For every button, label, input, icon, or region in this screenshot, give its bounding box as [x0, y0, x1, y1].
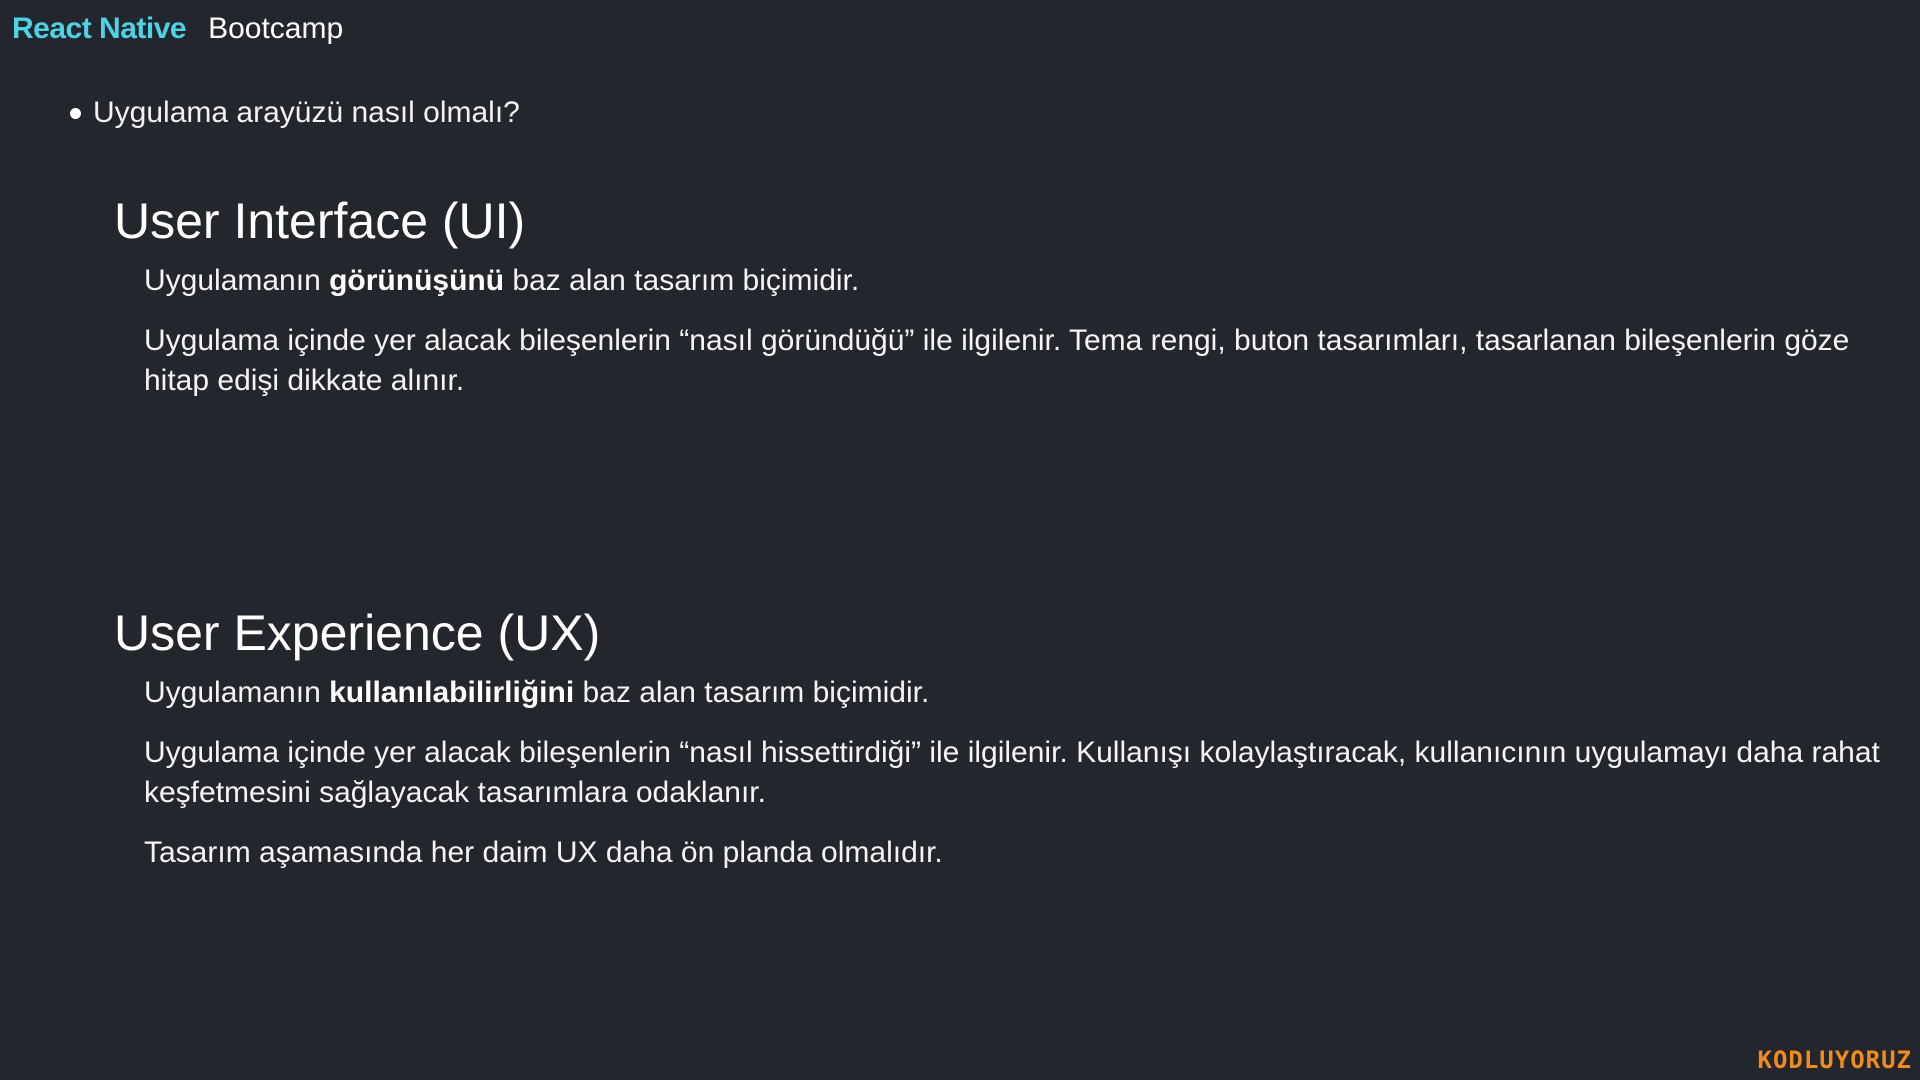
ui-description: Uygulama içinde yer alacak bileşenlerin …: [144, 324, 1850, 397]
ux-definition: Uygulamanın kullanılabilirliğini baz ala…: [144, 673, 1904, 713]
ui-definition: Uygulamanın görünüşünü baz alan tasarım …: [144, 261, 1904, 301]
bullet-text: Uygulama arayüzü nasıl olmalı?: [93, 96, 520, 129]
ux-description: Uygulama içinde yer alacak bileşenlerin …: [144, 736, 1880, 809]
slide-header: React Native Bootcamp: [12, 12, 343, 46]
ux-note: Tasarım aşamasında her daim UX daha ön p…: [144, 836, 943, 869]
course-title: Bootcamp: [208, 12, 344, 45]
ui-section: User Interface (UI) Uygulamanın görünüşü…: [114, 194, 1904, 421]
ux-section: User Experience (UX) Uygulamanın kullanı…: [114, 606, 1904, 893]
bullet-item: Uygulama arayüzü nasıl olmalı?: [70, 96, 520, 130]
ux-definition-suffix: baz alan tasarım biçimidir.: [574, 676, 930, 709]
ux-definition-prefix: Uygulamanın: [144, 676, 330, 709]
ui-definition-suffix: baz alan tasarım biçimidir.: [504, 264, 860, 297]
slide: React Native Bootcamp Uygulama arayüzü n…: [0, 0, 1920, 1080]
bullet-dot-icon: [70, 107, 81, 119]
ui-section-title: User Interface (UI): [114, 193, 526, 249]
brand-title: React Native: [12, 12, 187, 45]
ux-definition-bold: kullanılabilirliğini: [329, 676, 575, 709]
ui-section-body: Uygulamanın görünüşünü baz alan tasarım …: [144, 261, 1904, 401]
ui-definition-bold: görünüşünü: [329, 264, 505, 297]
ui-definition-prefix: Uygulamanın: [144, 264, 330, 297]
kodluyoruz-logo: KODLUYORUZ: [1757, 1046, 1912, 1074]
ux-section-title: User Experience (UX): [114, 605, 601, 661]
ux-section-body: Uygulamanın kullanılabilirliğini baz ala…: [144, 673, 1904, 873]
